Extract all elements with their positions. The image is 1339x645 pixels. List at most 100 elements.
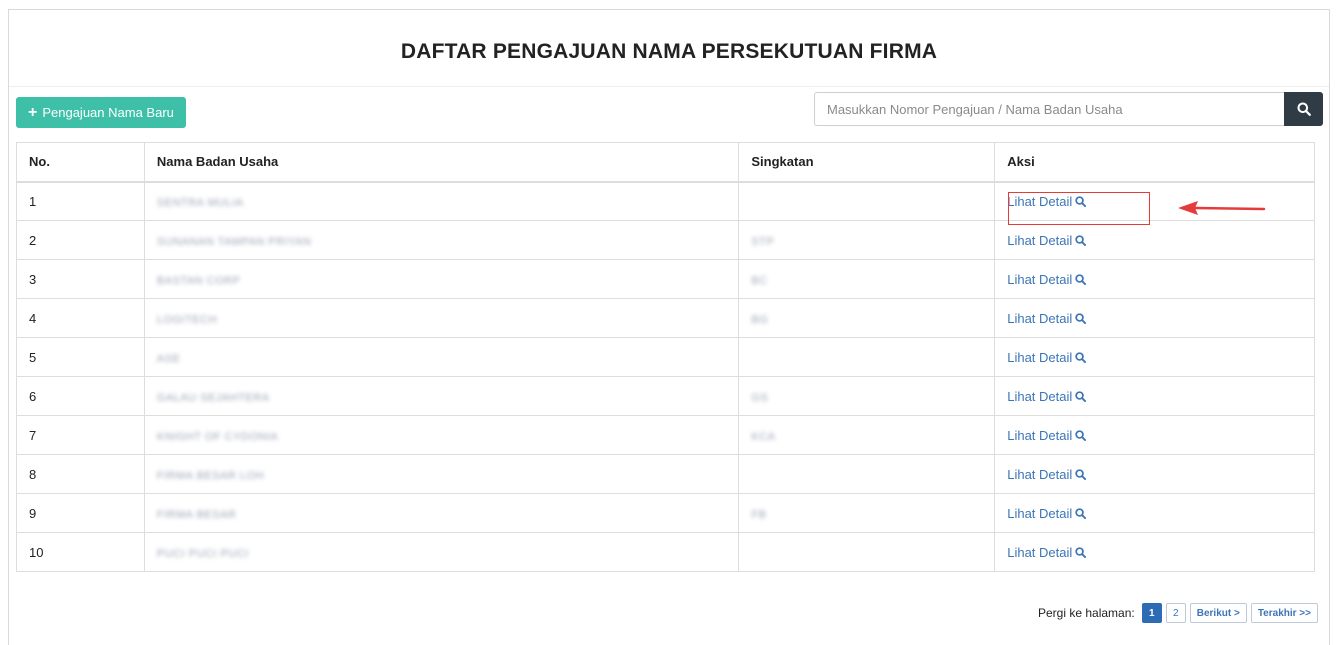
table-row: 10 PUCI PUCI PUCI Lihat Detail: [16, 532, 1315, 572]
cell-abbreviation: KCA: [738, 415, 996, 455]
cell-name: ASE: [143, 337, 740, 377]
cell-no: 7: [16, 415, 145, 455]
cell-no: 10: [16, 532, 145, 572]
cell-no: 2: [16, 220, 145, 260]
last-page-button[interactable]: Terakhir >>: [1250, 603, 1318, 623]
table-row: 6 GALAU SEJAHTERA GS Lihat Detail: [16, 376, 1315, 416]
business-name: ASE: [156, 352, 181, 365]
search-icon: [1075, 273, 1087, 285]
cell-no: 5: [16, 337, 145, 377]
view-detail-link[interactable]: Lihat Detail: [1007, 193, 1087, 209]
view-detail-label: Lihat Detail: [1007, 232, 1073, 248]
abbreviation: GS: [751, 391, 769, 404]
view-detail-label: Lihat Detail: [1007, 544, 1073, 560]
cell-action: Lihat Detail: [994, 376, 1315, 416]
table-row: 2 SUNANAN TAMPAN PRIYAN STP Lihat Detail: [16, 220, 1315, 260]
search-icon: [1075, 390, 1087, 402]
table-row: 4 LOGITECH BG Lihat Detail: [16, 298, 1315, 338]
header-action: Aksi: [994, 142, 1315, 183]
cell-action: Lihat Detail: [994, 259, 1315, 299]
table-row: 8 FIRMA BESAR LOH Lihat Detail: [16, 454, 1315, 494]
abbreviation: FB: [751, 508, 767, 521]
next-page-button[interactable]: Berikut >: [1189, 603, 1247, 623]
cell-action: Lihat Detail: [994, 337, 1315, 377]
business-name: SENTRA MULIA: [156, 196, 244, 209]
table-row: 5 ASE Lihat Detail: [16, 337, 1315, 377]
cell-no: 6: [16, 376, 145, 416]
business-name: PUCI PUCI PUCI: [156, 547, 249, 560]
page-title: DAFTAR PENGAJUAN NAMA PERSEKUTUAN FIRMA: [400, 40, 938, 63]
toolbar: + Pengajuan Nama Baru: [16, 92, 1323, 131]
view-detail-label: Lihat Detail: [1007, 193, 1073, 209]
view-detail-link[interactable]: Lihat Detail: [1007, 466, 1087, 482]
search-icon: [1075, 546, 1087, 558]
search-icon: [1075, 468, 1087, 480]
view-detail-link[interactable]: Lihat Detail: [1007, 427, 1087, 443]
abbreviation: BC: [751, 274, 768, 287]
view-detail-link[interactable]: Lihat Detail: [1007, 544, 1087, 560]
search-icon: [1075, 507, 1087, 519]
search-icon: [1075, 429, 1087, 441]
cell-abbreviation: STP: [738, 220, 996, 260]
search-input[interactable]: [814, 92, 1284, 126]
cell-abbreviation: BC: [738, 259, 996, 299]
search-group: [814, 92, 1323, 126]
cell-abbreviation: [738, 337, 996, 377]
table-header-row: No. Nama Badan Usaha Singkatan Aksi: [16, 142, 1315, 183]
search-button[interactable]: [1284, 92, 1323, 126]
red-arrow-annotation: [1178, 201, 1266, 215]
cell-action: Lihat Detail: [994, 298, 1315, 338]
cell-name: BASTAN CORP: [143, 259, 740, 299]
page-1-button[interactable]: 1: [1141, 603, 1162, 623]
cell-abbreviation: FB: [738, 493, 996, 533]
cell-name: FIRMA BESAR LOH: [143, 454, 740, 494]
view-detail-link[interactable]: Lihat Detail: [1007, 232, 1087, 248]
view-detail-label: Lihat Detail: [1007, 427, 1073, 443]
cell-name: SENTRA MULIA: [143, 181, 740, 221]
search-icon: [1075, 351, 1087, 363]
view-detail-label: Lihat Detail: [1007, 310, 1073, 326]
view-detail-label: Lihat Detail: [1007, 388, 1073, 404]
business-name: FIRMA BESAR LOH: [156, 469, 265, 482]
view-detail-link[interactable]: Lihat Detail: [1007, 272, 1087, 287]
header-abbreviation: Singkatan: [738, 142, 996, 183]
cell-no: 8: [16, 454, 145, 494]
search-icon: [1075, 234, 1087, 246]
view-detail-link[interactable]: Lihat Detail: [1007, 349, 1087, 365]
header-no: No.: [16, 142, 145, 183]
cell-action: Lihat Detail: [994, 415, 1315, 455]
page-2-button[interactable]: 2: [1165, 603, 1186, 623]
view-detail-link[interactable]: Lihat Detail: [1007, 310, 1087, 326]
table-row: 7 KNIGHT OF CYDONIA KCA Lihat Detail: [16, 415, 1315, 455]
cell-action: Lihat Detail: [994, 532, 1315, 572]
cell-no: 3: [16, 259, 145, 299]
search-icon: [1297, 102, 1311, 116]
search-icon: [1075, 196, 1087, 207]
abbreviation: KCA: [751, 430, 776, 443]
pagination: Pergi ke halaman: 1 2 Berikut > Terakhir…: [1038, 603, 1318, 623]
pagination-label: Pergi ke halaman:: [1038, 606, 1135, 620]
search-icon: [1075, 312, 1087, 324]
table-row: 1 SENTRA MULIA Lihat Detail: [16, 181, 1315, 221]
add-new-name-label: Pengajuan Nama Baru: [42, 105, 174, 120]
cell-no: 4: [16, 298, 145, 338]
cell-name: GALAU SEJAHTERA: [143, 376, 740, 416]
cell-no: 9: [16, 493, 145, 533]
table-body: 1 SENTRA MULIA Lihat Detail 2 SUNANAN TA…: [16, 181, 1315, 572]
cell-action: Lihat Detail: [994, 493, 1315, 533]
business-name: KNIGHT OF CYDONIA: [156, 430, 279, 443]
add-new-name-button[interactable]: + Pengajuan Nama Baru: [16, 97, 186, 128]
table-row: 9 FIRMA BESAR FB Lihat Detail: [16, 493, 1315, 533]
cell-name: FIRMA BESAR: [143, 493, 740, 533]
plus-icon: +: [28, 103, 38, 121]
view-detail-link[interactable]: Lihat Detail: [1007, 388, 1087, 404]
view-detail-label: Lihat Detail: [1007, 505, 1073, 521]
cell-abbreviation: GS: [738, 376, 996, 416]
view-detail-link[interactable]: Lihat Detail: [1007, 505, 1087, 521]
view-detail-label: Lihat Detail: [1007, 349, 1073, 365]
cell-action: Lihat Detail: [994, 220, 1315, 260]
cell-name: KNIGHT OF CYDONIA: [143, 415, 740, 455]
table-row: 3 BASTAN CORP BC Lihat Detail: [16, 259, 1315, 299]
cell-abbreviation: [738, 454, 996, 494]
view-detail-label: Lihat Detail: [1007, 466, 1073, 482]
